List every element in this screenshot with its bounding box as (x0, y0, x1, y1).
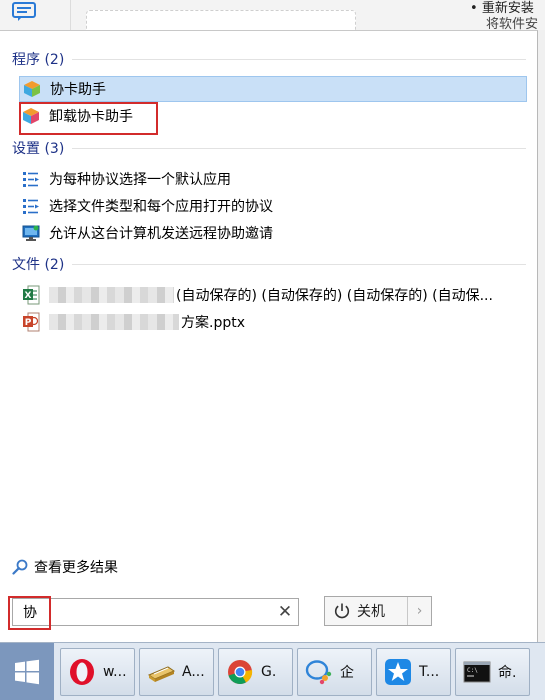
background-divider (70, 0, 71, 30)
section-divider (72, 263, 526, 265)
redacted-filename (49, 287, 174, 303)
windows-logo-icon (15, 659, 39, 685)
result-label: 允许从这台计算机发送远程协助邀请 (49, 226, 273, 242)
highlight-box-search (8, 596, 51, 630)
app-cube-icon (22, 79, 42, 99)
search-input[interactable] (13, 600, 272, 624)
svg-text:P: P (25, 318, 32, 328)
background-document: • 重新安装 将软件安 (0, 0, 545, 30)
panel-edge (538, 30, 545, 642)
result-file-pptx[interactable]: P 方案.pptx (21, 309, 521, 335)
shutdown-options-arrow[interactable]: › (407, 597, 431, 625)
taskbar-item-chrome[interactable]: G. (218, 648, 293, 696)
result-label: (自动保存的) (自动保存的) (自动保存的) (自动保... (176, 288, 493, 304)
list-settings-icon (21, 196, 41, 216)
taskbar-item-label: w... (103, 664, 127, 680)
taskbar-item-label: T... (419, 664, 440, 680)
shutdown-button-group: 关机 › (324, 596, 432, 626)
result-program-xieka-assistant[interactable]: 协卡助手 (19, 76, 527, 102)
section-programs-label: 程序 (2) (12, 52, 65, 68)
highlight-box-uninstall (19, 102, 158, 135)
result-label: 为每种协议选择一个默认应用 (49, 172, 231, 188)
star-app-icon (385, 659, 411, 685)
taskbar: w... A... G. 企 T... C:\ 命. (0, 642, 545, 700)
redacted-filename (49, 314, 179, 330)
chat-comment-icon (12, 2, 36, 21)
opera-icon (70, 659, 94, 685)
powerpoint-file-icon: P (21, 312, 41, 332)
wecom-icon (305, 660, 332, 685)
chrome-icon (228, 660, 253, 685)
remote-monitor-icon (21, 223, 41, 243)
see-more-results-link[interactable]: 查看更多结果 (12, 556, 118, 578)
see-more-results-label: 查看更多结果 (34, 560, 118, 576)
taskbar-item-label: G. (261, 664, 277, 680)
taskbar-item-wecom[interactable]: 企 (297, 648, 372, 696)
taskbar-item-label: 企 (340, 665, 354, 681)
taskbar-item-label: 命. (498, 665, 517, 681)
taskbar-item-star-app[interactable]: T... (376, 648, 451, 696)
search-icon (12, 559, 28, 575)
start-button[interactable] (0, 643, 54, 700)
section-divider (72, 58, 526, 60)
result-label: 协卡助手 (50, 82, 106, 98)
shutdown-label: 关机 (357, 604, 385, 620)
background-text-line2: 将软件安 (486, 17, 539, 30)
background-card (86, 10, 356, 30)
console-icon: C:\ (463, 661, 491, 683)
svg-text:X: X (25, 291, 32, 301)
section-programs-header[interactable]: 程序 (2) (12, 49, 526, 69)
power-icon (334, 603, 350, 619)
result-file-excel[interactable]: X (自动保存的) (自动保存的) (自动保存的) (自动保... (21, 282, 521, 308)
result-label: 方案.pptx (181, 315, 245, 331)
scanner-icon (147, 666, 176, 682)
taskbar-item-opera[interactable]: w... (60, 648, 135, 696)
result-setting-file-types[interactable]: 选择文件类型和每个应用打开的协议 (21, 193, 521, 219)
clear-search-icon[interactable]: ✕ (272, 602, 298, 622)
taskbar-item-label: A... (182, 664, 205, 680)
search-box[interactable]: ✕ (12, 598, 299, 626)
result-label: 选择文件类型和每个应用打开的协议 (49, 199, 273, 215)
svg-text:C:\: C:\ (467, 667, 478, 674)
taskbar-item-scanner[interactable]: A... (139, 648, 214, 696)
excel-file-icon: X (21, 285, 41, 305)
section-settings-label: 设置 (3) (12, 141, 65, 157)
section-files-header[interactable]: 文件 (2) (12, 254, 526, 274)
section-files-label: 文件 (2) (12, 257, 65, 273)
taskbar-item-console[interactable]: C:\ 命. (455, 648, 530, 696)
shutdown-button[interactable]: 关机 (325, 597, 407, 625)
result-setting-remote-assistance[interactable]: 允许从这台计算机发送远程协助邀请 (21, 220, 521, 246)
result-setting-default-apps-protocol[interactable]: 为每种协议选择一个默认应用 (21, 166, 521, 192)
list-settings-icon (21, 169, 41, 189)
section-divider (72, 147, 526, 149)
section-settings-header[interactable]: 设置 (3) (12, 138, 526, 158)
